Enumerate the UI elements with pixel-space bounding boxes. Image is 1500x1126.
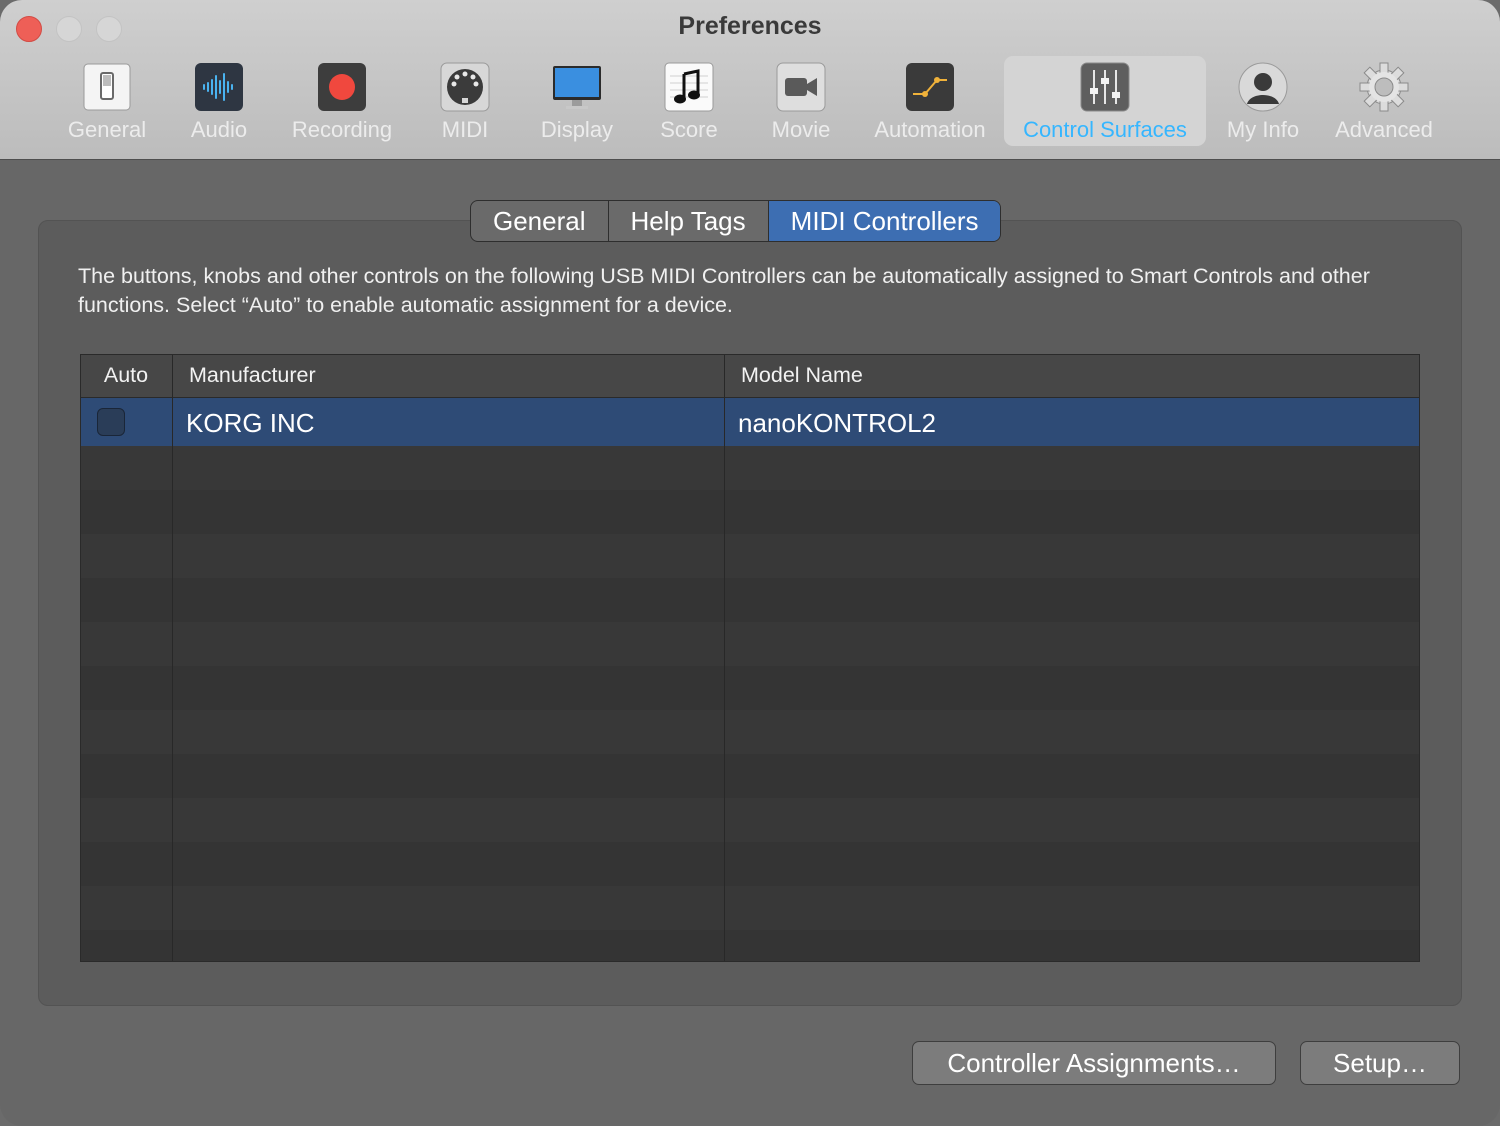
toolbar-label: Display [540, 117, 614, 142]
empty-row [81, 754, 1419, 798]
toolbar-label: MIDI [441, 117, 489, 142]
toolbar-label: Movie [771, 117, 831, 142]
automation-curve-icon [906, 63, 954, 111]
empty-row [81, 578, 1419, 622]
tab-bar: General Help Tags MIDI Controllers [470, 200, 1002, 242]
empty-row [81, 490, 1419, 534]
description-text: The buttons, knobs and other controls on… [78, 264, 1370, 317]
empty-row [81, 842, 1419, 886]
toolbar-label: Recording [291, 117, 393, 142]
empty-row [81, 930, 1419, 961]
tab-general[interactable]: General [471, 201, 609, 241]
video-camera-icon [776, 62, 826, 112]
column-divider [724, 355, 725, 961]
empty-row [81, 446, 1419, 490]
toolbar-item-display[interactable]: Display [532, 56, 622, 146]
toolbar-item-midi[interactable]: MIDI [430, 56, 500, 146]
toolbar-item-movie[interactable]: Movie [764, 56, 838, 146]
gear-icon [1359, 62, 1409, 112]
faders-icon [1080, 62, 1130, 112]
empty-row [81, 622, 1419, 666]
user-silhouette-icon [1238, 62, 1288, 112]
empty-row [81, 534, 1419, 578]
tab-midi-controllers[interactable]: MIDI Controllers [768, 201, 1001, 241]
toolbar-label: Automation [874, 117, 986, 142]
general-switch-icon [83, 63, 131, 111]
controller-assignments-button[interactable]: Controller Assignments… [912, 1041, 1276, 1085]
column-header-manufacturer[interactable]: Manufacturer [172, 355, 722, 397]
table-body: KORG INC nanoKONTROL2 [81, 398, 1419, 961]
empty-row [81, 798, 1419, 842]
toolbar-item-advanced[interactable]: Advanced [1326, 56, 1442, 146]
toolbar: Preferences General Audio Recording MIDI… [0, 0, 1500, 160]
audio-waveform-icon [195, 63, 243, 111]
record-icon [318, 63, 366, 111]
column-header-model-name[interactable]: Model Name [724, 355, 1418, 397]
toolbar-item-my-info[interactable]: My Info [1220, 56, 1306, 146]
table-header: Auto Manufacturer Model Name [81, 355, 1419, 398]
empty-row [81, 886, 1419, 930]
midi-connector-icon [440, 62, 490, 112]
tab-help-tags[interactable]: Help Tags [609, 201, 769, 241]
toolbar-label: General [67, 117, 147, 142]
toolbar-item-audio[interactable]: Audio [176, 56, 262, 146]
toolbar-item-score[interactable]: Score [652, 56, 726, 146]
manufacturer-cell: KORG INC [186, 408, 315, 438]
auto-checkbox[interactable] [97, 408, 125, 436]
toolbar-label: My Info [1226, 117, 1300, 142]
toolbar-label: Control Surfaces [1023, 117, 1187, 142]
display-monitor-icon [553, 66, 601, 109]
toolbar-item-automation[interactable]: Automation [866, 56, 994, 146]
model-name-cell: nanoKONTROL2 [738, 408, 936, 438]
setup-button[interactable]: Setup… [1300, 1041, 1460, 1085]
preferences-window: Preferences General Audio Recording MIDI… [0, 0, 1500, 1126]
music-note-icon [664, 62, 714, 112]
column-header-auto[interactable]: Auto [81, 355, 171, 397]
table-row[interactable]: KORG INC nanoKONTROL2 [81, 398, 1419, 446]
column-divider [172, 355, 173, 961]
toolbar-label: Score [660, 117, 718, 142]
window-title: Preferences [678, 12, 822, 40]
toolbar-item-control-surfaces[interactable]: Control Surfaces [1004, 56, 1206, 146]
empty-row [81, 666, 1419, 710]
midi-controllers-table: Auto Manufacturer Model Name KORG INC na… [80, 354, 1420, 962]
toolbar-label: Audio [190, 117, 248, 142]
toolbar-item-recording[interactable]: Recording [282, 56, 402, 146]
empty-row [81, 710, 1419, 754]
toolbar-label: Advanced [1335, 117, 1433, 142]
toolbar-item-general[interactable]: General [62, 56, 152, 146]
